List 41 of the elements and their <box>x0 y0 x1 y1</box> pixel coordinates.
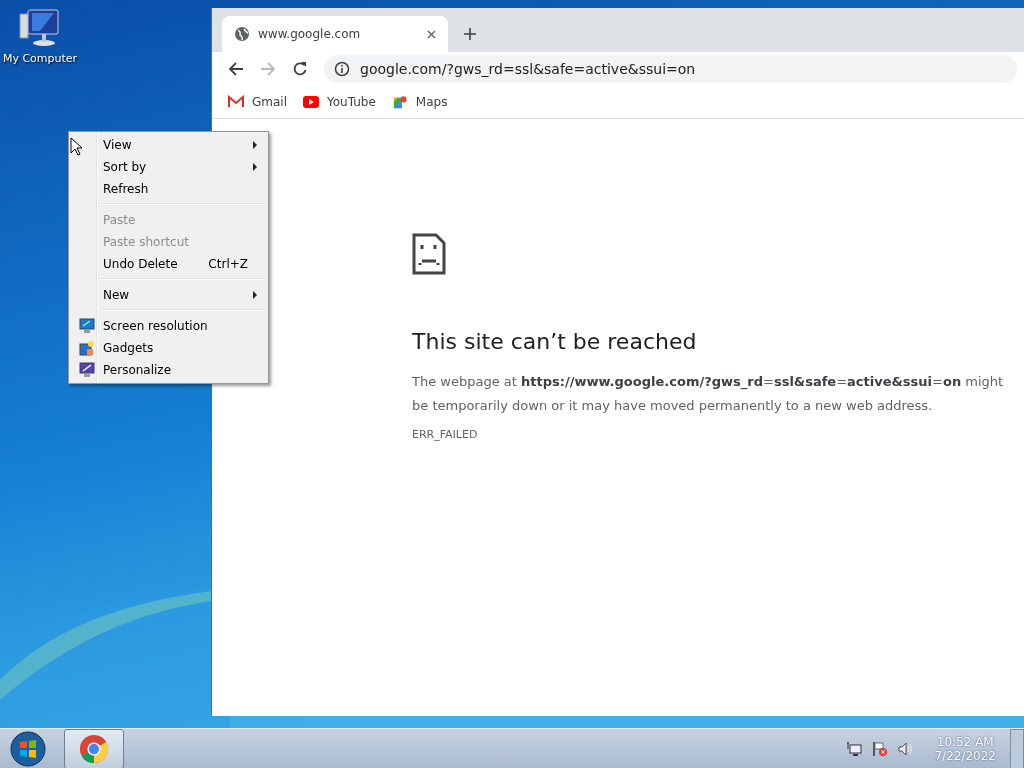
monitor-icon <box>79 318 95 334</box>
show-desktop-button[interactable] <box>1010 728 1024 768</box>
menu-item[interactable]: Sort by <box>71 156 266 178</box>
submenu-arrow-icon <box>253 291 257 299</box>
menu-item[interactable]: New <box>71 284 266 306</box>
desktop-icon-label[interactable]: My Computer <box>2 52 78 65</box>
menu-item[interactable]: Gadgets <box>71 337 266 359</box>
new-tab-icon[interactable] <box>464 28 476 40</box>
menu-item[interactable]: Personalize <box>71 359 266 381</box>
network-icon[interactable] <box>846 740 863 757</box>
taskbar-button[interactable] <box>64 728 124 768</box>
error-title: This site can’t be reached <box>412 329 698 354</box>
error-code: ERR_FAILED <box>412 428 479 441</box>
flag-icon[interactable] <box>872 740 889 757</box>
close-icon[interactable] <box>427 29 436 39</box>
cursor-icon <box>70 137 82 156</box>
monitor-icon <box>79 362 95 378</box>
browser-tab[interactable]: www.google.com <box>222 16 448 52</box>
menu-item[interactable]: Undo Delete Ctrl+Z <box>71 253 266 275</box>
submenu-arrow-icon <box>253 141 257 149</box>
menu-item[interactable]: Refresh <box>71 178 266 200</box>
speaker-icon[interactable] <box>898 740 915 757</box>
address-bar[interactable]: google.com/?gws_rd=ssl&safe=active&ssui=on <box>324 55 1017 83</box>
reload-icon[interactable] <box>292 61 308 77</box>
error-message: The webpage at https://www.google.com/?gws_rd=ssl&safe=active&ssui=on might be temporarily down or it may have moved permanently to a new web address. <box>412 373 1005 415</box>
bookmark[interactable]: Maps <box>391 95 448 109</box>
play-icon <box>303 95 319 109</box>
info-icon <box>334 61 350 77</box>
gadgets-icon <box>79 340 95 356</box>
sad-page-icon <box>412 233 446 275</box>
computer-icon[interactable] <box>18 8 62 48</box>
map-icon <box>391 95 408 109</box>
start-button[interactable] <box>10 730 46 767</box>
submenu-arrow-icon <box>253 163 257 171</box>
bookmark[interactable]: YouTube <box>303 95 376 109</box>
browser-icon <box>79 733 109 764</box>
bookmark[interactable]: Gmail <box>228 95 287 109</box>
globe-icon <box>234 26 250 42</box>
mail-icon <box>228 95 244 109</box>
menu-item[interactable]: Screen resolution <box>71 315 266 337</box>
back-icon[interactable] <box>228 61 244 77</box>
